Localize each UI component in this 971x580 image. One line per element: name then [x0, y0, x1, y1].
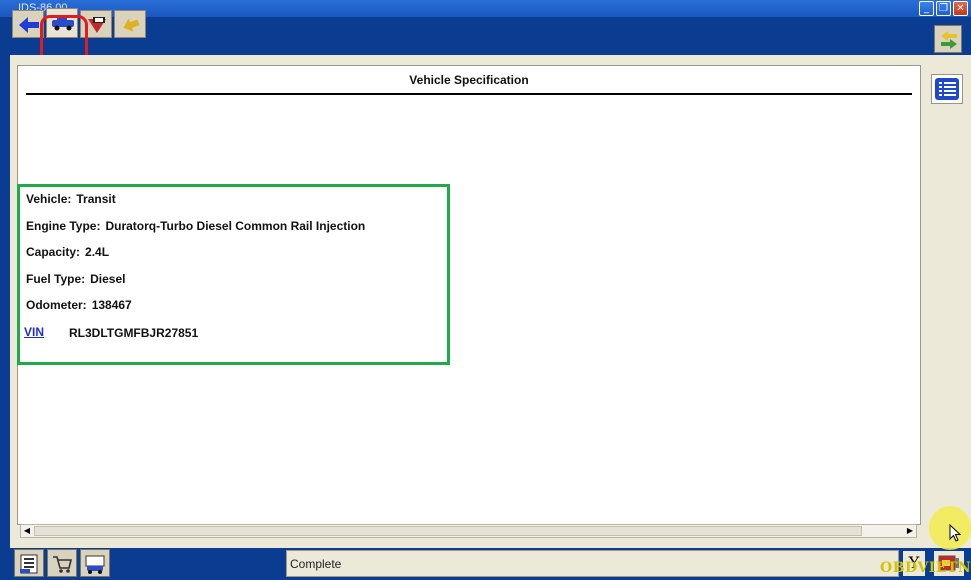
- sync-icon: [941, 31, 957, 49]
- report-button[interactable]: [14, 549, 44, 577]
- spec-value: 2.4L: [85, 245, 110, 259]
- spec-engine-type: Engine Type: Duratorq-Turbo Diesel Common…: [26, 219, 365, 233]
- spec-value: Transit: [76, 192, 116, 206]
- vin-link[interactable]: VIN: [24, 325, 44, 339]
- status-text: Complete: [290, 557, 342, 571]
- title-divider: [26, 93, 912, 95]
- right-panel: [922, 65, 971, 548]
- list-button[interactable]: [931, 74, 963, 104]
- spec-vehicle: Vehicle: Transit: [26, 192, 116, 206]
- minimize-icon[interactable]: _: [919, 1, 934, 16]
- list-icon: [935, 78, 959, 100]
- spec-label: Capacity:: [26, 245, 81, 259]
- close-icon[interactable]: ✕: [953, 1, 968, 16]
- vehicle-data-button[interactable]: [80, 549, 110, 577]
- spec-fuel-type: Fuel Type: Diesel: [26, 272, 125, 286]
- spec-odometer: Odometer: 138467: [26, 298, 132, 312]
- status-bar: Complete: [286, 550, 899, 577]
- forward-arrow-icon: [123, 18, 140, 32]
- watermark: OBDVIETNAM: [880, 560, 971, 576]
- spec-capacity: Capacity: 2.4L: [26, 245, 109, 259]
- spec-value: Diesel: [90, 272, 126, 286]
- spec-value: 138467: [91, 298, 132, 312]
- spec-label: Vehicle:: [26, 192, 72, 206]
- vin-value: RL3DLTGMFBJR27851: [69, 326, 199, 340]
- scroll-left-icon[interactable]: ◀: [21, 525, 33, 537]
- spec-value: Duratorq-Turbo Diesel Common Rail Inject…: [105, 219, 366, 233]
- back-arrow-icon: [19, 17, 39, 33]
- vehicle-data-icon: [85, 555, 105, 574]
- forward-button[interactable]: [114, 10, 146, 38]
- sync-button[interactable]: [934, 25, 962, 53]
- restore-icon[interactable]: ❐: [936, 1, 951, 16]
- spec-label: Fuel Type:: [26, 272, 86, 286]
- mouse-pointer-icon: [949, 524, 961, 542]
- horizontal-scrollbar[interactable]: ◀ ▶: [20, 524, 917, 538]
- cart-button[interactable]: [47, 549, 77, 577]
- scrollbar-thumb[interactable]: [34, 526, 862, 536]
- spec-label: Engine Type:: [26, 219, 101, 233]
- cart-icon: [53, 556, 73, 573]
- spec-label: Odometer:: [26, 298, 87, 312]
- page-title: Vehicle Specification: [409, 73, 529, 87]
- scroll-right-icon[interactable]: ▶: [904, 525, 916, 537]
- tools-icon: [88, 17, 106, 33]
- report-icon: [20, 554, 38, 574]
